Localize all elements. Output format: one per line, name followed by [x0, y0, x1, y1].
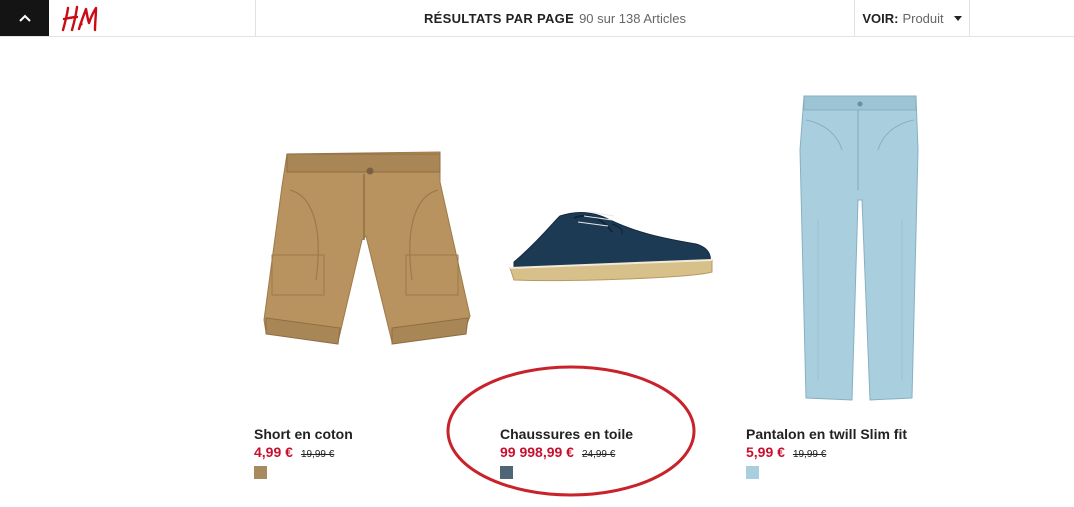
view-dropdown[interactable]: VOIR: Produit	[855, 0, 969, 36]
top-bar: RÉSULTATS PAR PAGE 90 sur 138 Articles V…	[0, 0, 1074, 37]
color-swatch[interactable]	[254, 466, 267, 479]
product-price: 4,99 € 19,99 €	[254, 444, 334, 460]
sale-price: 99 998,99 €	[500, 444, 574, 460]
product-card: Pantalon en twill Slim fit 5,99 € 19,99 …	[746, 80, 976, 490]
product-name[interactable]: Pantalon en twill Slim fit	[746, 426, 907, 442]
product-image-shoes[interactable]	[500, 80, 730, 410]
results-count: 90 sur 138 Articles	[579, 10, 687, 26]
original-price: 19,99 €	[792, 449, 827, 460]
scroll-top-button[interactable]	[0, 0, 49, 36]
view-label: VOIR:	[862, 10, 899, 26]
results-per-page: RÉSULTATS PAR PAGE 90 sur 138 Articles	[256, 0, 854, 36]
sale-price: 5,99 €	[746, 444, 785, 460]
original-price: 19,99 €	[300, 449, 335, 460]
divider	[969, 0, 970, 36]
sale-price: 4,99 €	[254, 444, 293, 460]
chevron-up-icon	[18, 14, 31, 22]
hm-logo[interactable]	[60, 3, 104, 33]
product-price: 99 998,99 € 24,99 €	[500, 444, 615, 460]
original-price: 24,99 €	[581, 449, 616, 460]
product-image-pants[interactable]	[746, 80, 976, 410]
color-swatch[interactable]	[500, 466, 513, 479]
product-card: Short en coton 4,99 € 19,99 €	[254, 80, 484, 490]
product-name[interactable]: Short en coton	[254, 426, 353, 442]
product-image-shorts[interactable]	[254, 80, 484, 410]
caret-down-icon	[953, 15, 962, 21]
product-price: 5,99 € 19,99 €	[746, 444, 826, 460]
product-name[interactable]: Chaussures en toile	[500, 426, 633, 442]
results-label: RÉSULTATS PAR PAGE	[423, 10, 575, 26]
product-card: Chaussures en toile 99 998,99 € 24,99 €	[500, 80, 730, 490]
color-swatch[interactable]	[746, 466, 759, 479]
view-value: Produit	[902, 10, 944, 26]
